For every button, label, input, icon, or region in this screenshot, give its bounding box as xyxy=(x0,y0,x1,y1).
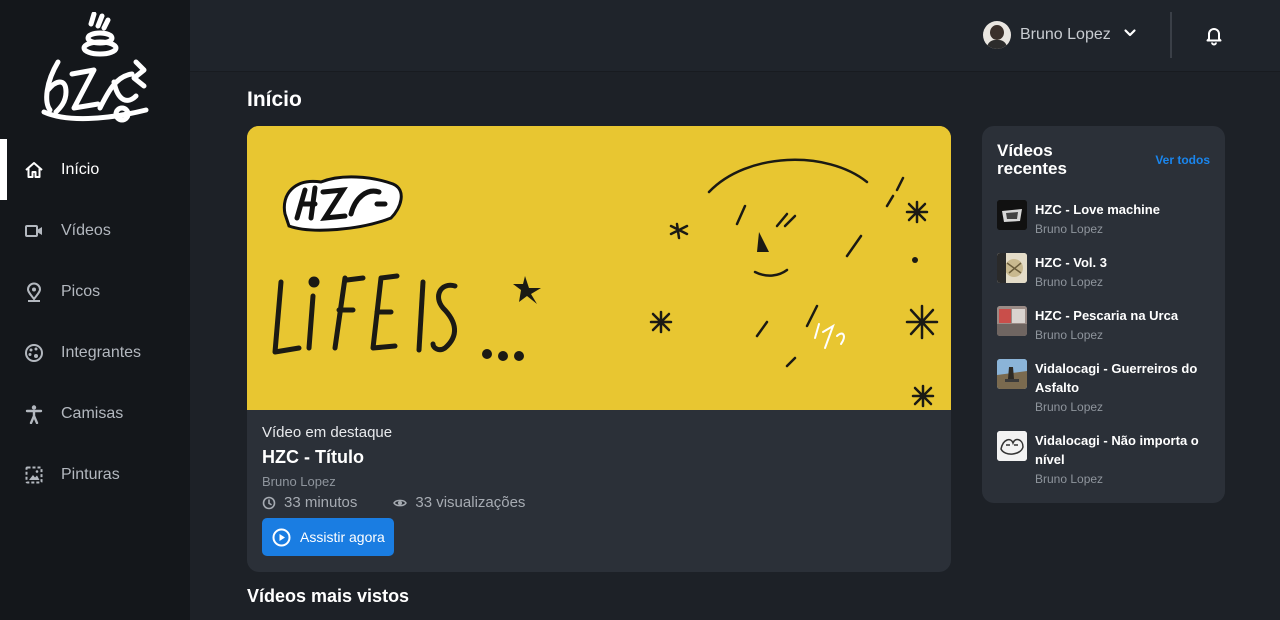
most-viewed-title: Vídeos mais vistos xyxy=(247,586,410,606)
views-text: 33 visualizações xyxy=(415,494,526,511)
list-item[interactable]: HZC - Pescaria na Urca Bruno Lopez xyxy=(997,306,1212,359)
video-thumbnail xyxy=(997,431,1027,461)
featured-author: Bruno Lopez xyxy=(262,474,336,489)
featured-thumbnail[interactable] xyxy=(247,126,951,410)
featured-meta: 33 minutos 33 visualizações xyxy=(262,494,561,511)
sidebar-item-label: Camisas xyxy=(61,404,124,422)
recent-video-author: Bruno Lopez xyxy=(1035,328,1104,342)
image-icon xyxy=(24,465,44,485)
duration-text: 33 minutos xyxy=(284,494,358,511)
hzc-logo[interactable] xyxy=(36,11,154,128)
recent-videos-title: Vídeos recentes xyxy=(997,141,1067,178)
recent-video-title: HZC - Pescaria na Urca xyxy=(1035,308,1179,323)
featured-views: 33 visualizações xyxy=(393,494,525,511)
recent-videos-list: HZC - Love machine Bruno Lopez HZC - Vol.… xyxy=(997,200,1212,503)
user-name: Bruno Lopez xyxy=(1020,26,1111,43)
list-item[interactable]: HZC - Love machine Bruno Lopez xyxy=(997,200,1212,253)
featured-video-card: Vídeo em destaque HZC - Título Bruno Lop… xyxy=(247,126,951,572)
sidebar-item-pinturas[interactable]: Pinturas xyxy=(0,444,190,505)
avatar xyxy=(983,21,1011,49)
video-thumbnail xyxy=(997,359,1027,389)
video-thumbnail xyxy=(997,200,1027,230)
sidebar-item-label: Início xyxy=(61,160,100,178)
video-thumbnail xyxy=(997,306,1027,336)
recent-video-title: HZC - Vol. 3 xyxy=(1035,255,1107,270)
recent-video-author: Bruno Lopez xyxy=(1035,472,1104,486)
recent-video-author: Bruno Lopez xyxy=(1035,222,1104,236)
recent-video-author: Bruno Lopez xyxy=(1035,400,1104,414)
sidebar-item-camisas[interactable]: Camisas xyxy=(0,383,190,444)
sidebar-item-inicio[interactable]: Início xyxy=(0,139,190,200)
chevron-down-icon xyxy=(1123,26,1137,45)
recent-video-title: Vidalocagi - Guerreiros do Asfalto xyxy=(1035,361,1198,395)
recent-videos-panel: Vídeos recentes Ver todos HZC - Love mac… xyxy=(982,126,1225,503)
person-icon xyxy=(24,404,44,424)
sidebar-item-picos[interactable]: Picos xyxy=(0,261,190,322)
play-circle-icon xyxy=(272,528,291,546)
sidebar-item-label: Picos xyxy=(61,282,101,300)
list-item[interactable]: HZC - Vol. 3 Bruno Lopez xyxy=(997,253,1212,306)
list-item[interactable]: Vidalocagi - Não importa o nível Bruno Lo… xyxy=(997,431,1212,503)
sidebar-nav: Início Vídeos Picos Integrantes Camisas xyxy=(0,139,190,505)
clock-icon xyxy=(262,496,276,509)
sidebar-item-integrantes[interactable]: Integrantes xyxy=(0,322,190,383)
home-icon xyxy=(24,160,44,180)
watch-now-label: Assistir agora xyxy=(300,529,385,545)
sidebar-item-label: Integrantes xyxy=(61,343,142,361)
see-all-link[interactable]: Ver todos xyxy=(1155,153,1210,167)
eye-icon xyxy=(393,499,408,506)
watch-now-button[interactable]: Assistir agora xyxy=(262,518,394,556)
recent-video-author: Bruno Lopez xyxy=(1035,275,1104,289)
palette-icon xyxy=(24,343,44,363)
bell-icon[interactable] xyxy=(1203,24,1225,46)
recent-video-title: HZC - Love machine xyxy=(1035,202,1160,217)
map-pin-icon xyxy=(24,282,44,302)
sidebar-item-label: Pinturas xyxy=(61,465,120,483)
page-title: Início xyxy=(247,88,302,111)
user-menu[interactable]: Bruno Lopez xyxy=(983,20,1137,50)
video-camera-icon xyxy=(24,221,44,241)
sidebar-item-videos[interactable]: Vídeos xyxy=(0,200,190,261)
header-divider xyxy=(1170,12,1172,58)
featured-duration: 33 minutos xyxy=(262,494,357,511)
top-header: Bruno Lopez xyxy=(190,0,1280,72)
featured-kicker: Vídeo em destaque xyxy=(262,424,393,441)
recent-video-title: Vidalocagi - Não importa o nível xyxy=(1035,433,1199,467)
video-thumbnail xyxy=(997,253,1027,283)
featured-title[interactable]: HZC - Título xyxy=(262,447,561,468)
list-item[interactable]: Vidalocagi - Guerreiros do Asfalto Bruno … xyxy=(997,359,1212,431)
sidebar-item-label: Vídeos xyxy=(61,221,111,239)
featured-info: Vídeo em destaque HZC - Título Bruno Lop… xyxy=(262,424,561,511)
sidebar: Início Vídeos Picos Integrantes Camisas xyxy=(0,0,190,620)
